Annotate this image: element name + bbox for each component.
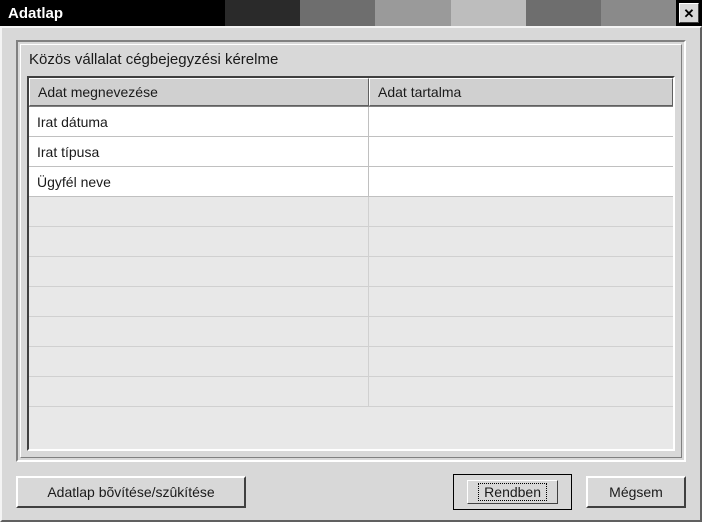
cell-name: Ügyfél neve xyxy=(29,167,369,196)
cell-name: Irat dátuma xyxy=(29,107,369,136)
button-bar: Adatlap bõvítése/szûkítése Rendben Mégse… xyxy=(16,462,686,510)
table-row-empty xyxy=(29,347,673,377)
ok-button[interactable]: Rendben xyxy=(453,474,572,510)
cancel-button[interactable]: Mégsem xyxy=(586,476,686,508)
cell-value[interactable] xyxy=(369,107,673,136)
subtitle: Közös vállalat cégbejegyzési kérelme xyxy=(21,45,681,76)
window-title: Adatlap xyxy=(0,5,63,22)
table-row[interactable]: Ügyfél neve xyxy=(29,167,673,197)
titlebar-gradient xyxy=(150,0,676,26)
table-row-empty xyxy=(29,197,673,227)
expand-collapse-button[interactable]: Adatlap bõvítése/szûkítése xyxy=(16,476,246,508)
titlebar: Adatlap ✕ xyxy=(0,0,702,26)
table-row[interactable]: Irat dátuma xyxy=(29,107,673,137)
table-row-empty xyxy=(29,287,673,317)
content-groupbox-inner: Közös vállalat cégbejegyzési kérelme Ada… xyxy=(20,44,682,458)
cell-value[interactable] xyxy=(369,137,673,166)
cell-value[interactable] xyxy=(369,167,673,196)
table-body: Irat dátuma Irat típusa Ügyfél neve xyxy=(29,107,673,449)
table-row-empty xyxy=(29,257,673,287)
column-header-name[interactable]: Adat megnevezése xyxy=(29,78,369,106)
cell-name: Irat típusa xyxy=(29,137,369,166)
table-row-empty xyxy=(29,317,673,347)
close-button[interactable]: ✕ xyxy=(679,3,699,23)
data-table: Adat megnevezése Adat tartalma Irat dátu… xyxy=(27,76,675,451)
table-row-empty xyxy=(29,377,673,407)
table-row[interactable]: Irat típusa xyxy=(29,137,673,167)
content-groupbox: Közös vállalat cégbejegyzési kérelme Ada… xyxy=(16,40,686,462)
window-body: Közös vállalat cégbejegyzési kérelme Ada… xyxy=(0,26,702,522)
column-header-value[interactable]: Adat tartalma xyxy=(369,78,673,106)
table-row-empty xyxy=(29,227,673,257)
table-header: Adat megnevezése Adat tartalma xyxy=(29,78,673,107)
close-icon: ✕ xyxy=(684,7,695,20)
